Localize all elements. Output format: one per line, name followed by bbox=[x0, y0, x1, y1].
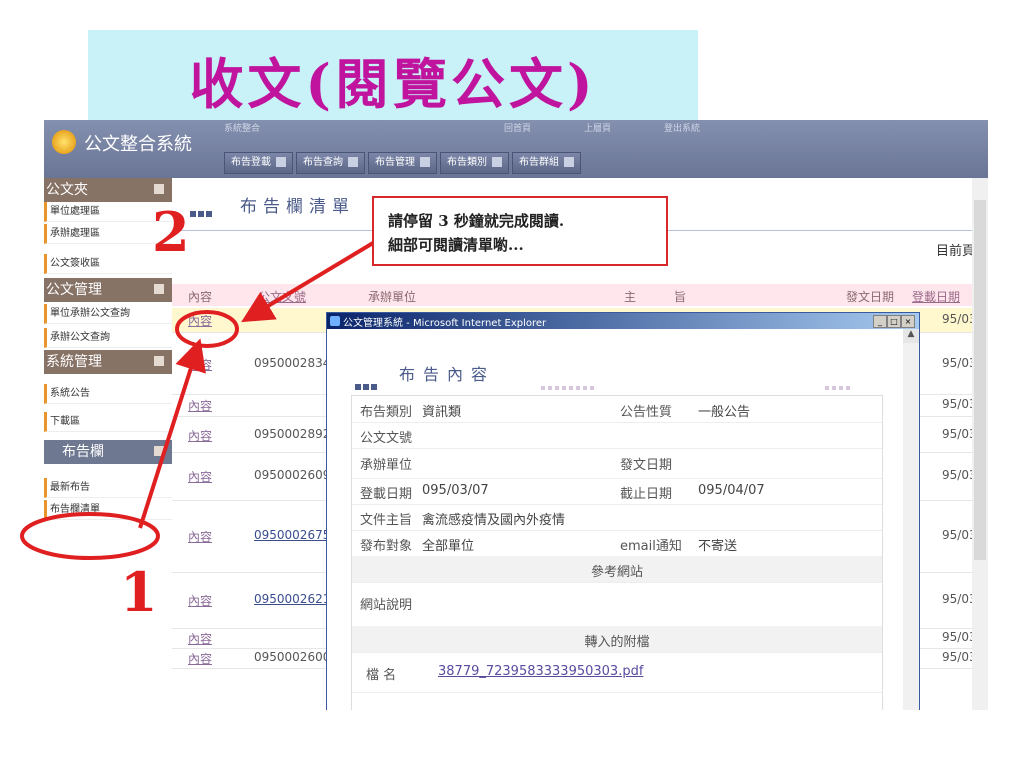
callout-line-1: 請停留 3 秒鐘就完成閱讀. bbox=[388, 212, 565, 230]
highlight-ellipse-content bbox=[175, 310, 239, 348]
annotation-overlay bbox=[20, 238, 380, 560]
highlight-ellipse-latest bbox=[20, 512, 160, 560]
step-number-1: 1 bbox=[120, 560, 158, 624]
arrow-step2 bbox=[241, 238, 380, 323]
instruction-callout: 請停留 3 秒鐘就完成閱讀. 細部可閱讀清單喲... bbox=[372, 196, 668, 266]
arrow-step1 bbox=[138, 338, 206, 529]
callout-line-2: 細部可閱讀清單喲... bbox=[388, 236, 524, 254]
step-number-2: 2 bbox=[152, 200, 190, 264]
